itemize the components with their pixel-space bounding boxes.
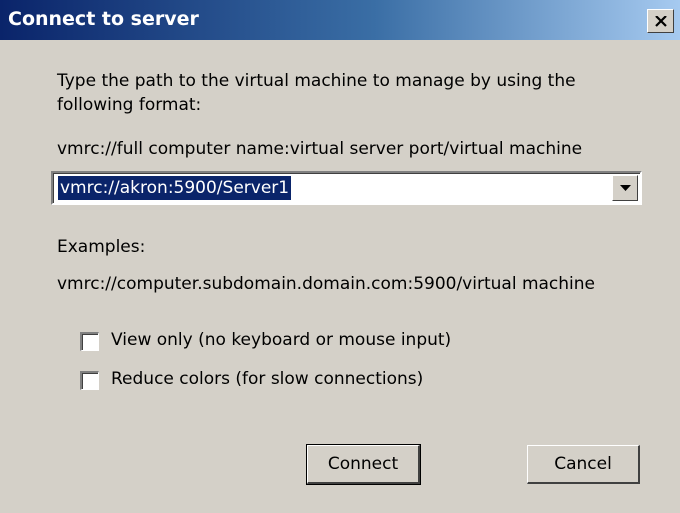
cancel-button[interactable]: Cancel <box>527 445 640 484</box>
server-path-combobox[interactable]: vmrc://akron:5900/Server1 <box>51 171 642 205</box>
format-text: vmrc://full computer name:virtual server… <box>57 139 583 159</box>
connect-to-server-dialog: Connect to server Type the path to the v… <box>0 0 680 513</box>
example-text: vmrc://computer.subdomain.domain.com:590… <box>57 274 595 294</box>
reduce-colors-label[interactable]: Reduce colors (for slow connections) <box>111 369 423 389</box>
view-only-label[interactable]: View only (no keyboard or mouse input) <box>111 330 451 350</box>
combo-dropdown-button[interactable] <box>612 175 638 201</box>
connect-button[interactable]: Connect <box>306 444 421 485</box>
chevron-down-icon <box>620 185 631 191</box>
reduce-colors-checkbox[interactable] <box>80 371 99 390</box>
examples-label: Examples: <box>57 237 146 257</box>
instruction-line-1: Type the path to the virtual machine to … <box>57 71 576 91</box>
close-icon <box>654 15 667 27</box>
view-only-checkbox[interactable] <box>80 332 99 351</box>
close-button[interactable] <box>647 9 674 33</box>
instruction-line-2: following format: <box>57 95 202 115</box>
server-path-value[interactable]: vmrc://akron:5900/Server1 <box>56 175 293 201</box>
dialog-title: Connect to server <box>8 8 199 30</box>
title-bar[interactable]: Connect to server <box>0 0 680 40</box>
